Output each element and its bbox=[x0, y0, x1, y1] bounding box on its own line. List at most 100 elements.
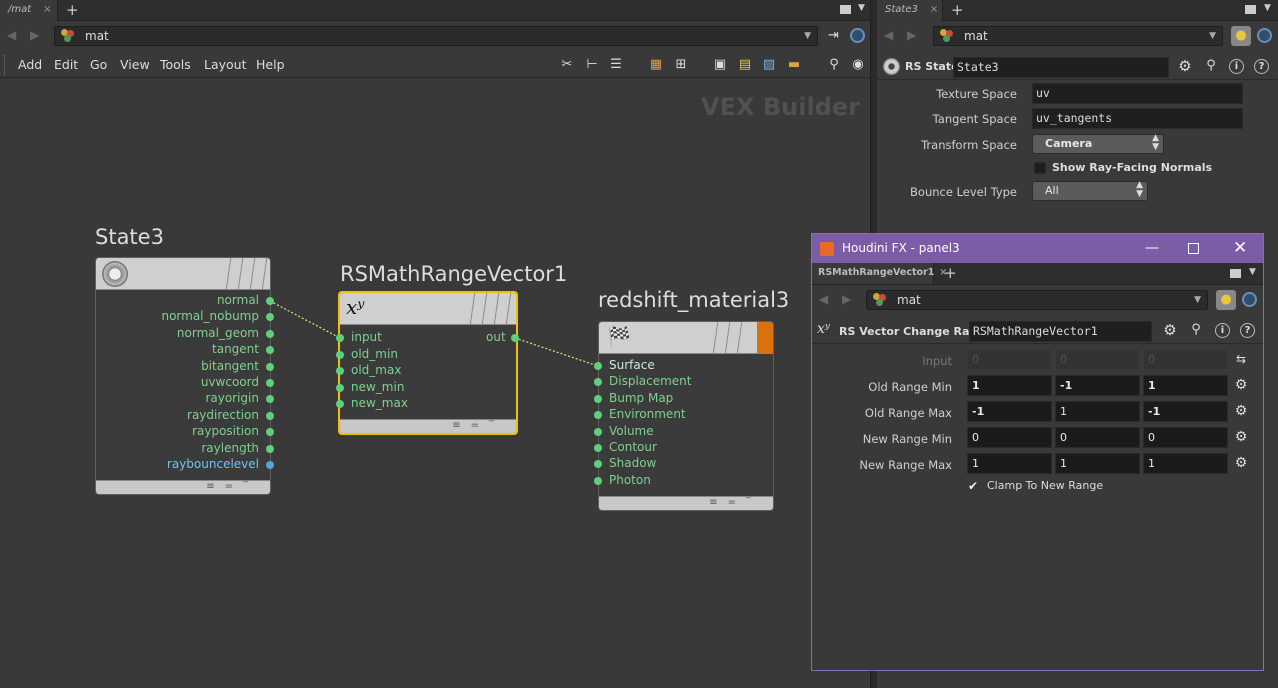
add-tab-icon[interactable]: + bbox=[944, 264, 957, 282]
image-icon[interactable]: ▣ bbox=[712, 57, 728, 73]
chevron-down-icon[interactable]: ▼ bbox=[804, 27, 811, 45]
link-icon[interactable] bbox=[850, 28, 865, 43]
ray-facing-checkbox[interactable] bbox=[1034, 162, 1046, 174]
link-icon[interactable] bbox=[1242, 292, 1257, 307]
gear-icon[interactable]: ⚙ bbox=[1162, 322, 1178, 338]
input-field-1[interactable]: 0 bbox=[1055, 349, 1140, 370]
old-range-max-field-1[interactable]: 1 bbox=[1055, 401, 1140, 422]
old-range-max-field-2[interactable]: -1 bbox=[1143, 401, 1228, 422]
input-field-0[interactable]: 0 bbox=[967, 349, 1052, 370]
new-range-max-field-2[interactable]: 1 bbox=[1143, 453, 1228, 474]
close-icon[interactable]: ✕ bbox=[1233, 234, 1247, 263]
input-port-new_min[interactable] bbox=[336, 383, 344, 392]
pin-icon[interactable]: ● bbox=[1216, 290, 1236, 310]
old-range-min-field-1[interactable]: -1 bbox=[1055, 375, 1140, 396]
transform-space-menu[interactable]: Camera ▲ ▼ bbox=[1032, 134, 1164, 154]
output-port-out[interactable] bbox=[511, 334, 519, 342]
path-field[interactable]: mat ▼ bbox=[866, 290, 1208, 310]
help-icon[interactable]: ? bbox=[1254, 59, 1269, 74]
pin-icon[interactable]: ● bbox=[1231, 26, 1251, 46]
node-name-field[interactable]: RSMathRangeVector1 bbox=[969, 321, 1152, 342]
input-field-2[interactable]: 0 bbox=[1143, 349, 1228, 370]
output-port-bitangent[interactable] bbox=[266, 362, 274, 371]
tab-mat[interactable]: /mat × bbox=[0, 0, 58, 21]
info-icon[interactable]: i bbox=[1229, 59, 1244, 74]
info-icon[interactable]: i bbox=[1215, 323, 1230, 338]
forward-icon[interactable]: ▶ bbox=[30, 28, 39, 42]
pin-icon[interactable]: ⇥ bbox=[828, 28, 839, 43]
eye-icon[interactable]: ◉ bbox=[850, 57, 866, 73]
back-icon[interactable]: ◀ bbox=[884, 28, 893, 42]
pane-menu-icon[interactable] bbox=[1230, 269, 1241, 278]
path-field[interactable]: mat ▼ bbox=[54, 26, 818, 46]
pane-menu-icon[interactable] bbox=[1245, 5, 1256, 14]
add-tab-icon[interactable]: + bbox=[66, 1, 79, 19]
output-port-raylength[interactable] bbox=[266, 444, 274, 453]
floating-panel[interactable]: Houdini FX - panel3 — ✕ RSMathRangeVecto… bbox=[811, 233, 1264, 671]
chevron-down-icon[interactable]: ▼ bbox=[1249, 267, 1256, 277]
gear-icon[interactable]: ⚙ bbox=[1233, 455, 1249, 471]
input-port-input[interactable] bbox=[336, 334, 344, 342]
output-port-raybouncelevel[interactable] bbox=[266, 461, 274, 469]
menu-go[interactable]: Go bbox=[90, 57, 107, 72]
input-port-new_max[interactable] bbox=[336, 400, 344, 408]
path-field[interactable]: mat ▼ bbox=[933, 26, 1223, 46]
list-icon[interactable]: ☰ bbox=[608, 57, 624, 73]
menu-help[interactable]: Help bbox=[256, 57, 285, 72]
forward-icon[interactable]: ▶ bbox=[842, 292, 851, 306]
maximize-icon[interactable] bbox=[1188, 243, 1199, 254]
floating-titlebar[interactable]: Houdini FX - panel3 — ✕ bbox=[812, 234, 1263, 263]
new-range-max-field-0[interactable]: 1 bbox=[967, 453, 1052, 474]
back-icon[interactable]: ◀ bbox=[7, 28, 16, 42]
chevron-down-icon[interactable]: ▼ bbox=[1209, 27, 1216, 45]
help-icon[interactable]: ? bbox=[1240, 323, 1255, 338]
menu-add[interactable]: Add bbox=[18, 57, 42, 72]
output-port-raydirection[interactable] bbox=[266, 411, 274, 420]
sticky-note-icon[interactable]: ▤ bbox=[737, 57, 753, 73]
output-port-normal[interactable] bbox=[266, 297, 274, 305]
old-range-max-field-0[interactable]: -1 bbox=[967, 401, 1052, 422]
tools-icon[interactable]: ✂ bbox=[559, 57, 575, 73]
menu-edit[interactable]: Edit bbox=[54, 57, 78, 72]
menu-view[interactable]: View bbox=[120, 57, 150, 72]
tab-rsmathrangevector[interactable]: RSMathRangeVector1 × bbox=[812, 263, 947, 284]
search-icon[interactable]: ⚲ bbox=[826, 57, 842, 73]
input-port-contour[interactable] bbox=[594, 444, 602, 452]
old-range-min-field-0[interactable]: 1 bbox=[967, 375, 1052, 396]
output-port-normal_geom[interactable] bbox=[266, 329, 274, 338]
tiles-icon[interactable]: ⊞ bbox=[673, 57, 689, 73]
input-port-volume[interactable] bbox=[594, 427, 602, 436]
clamp-checkbox[interactable]: ✔ bbox=[968, 480, 980, 492]
input-port-photon[interactable] bbox=[594, 476, 602, 485]
input-port-old_max[interactable] bbox=[336, 367, 344, 375]
menu-tools[interactable]: Tools bbox=[160, 57, 191, 72]
bounce-level-menu[interactable]: All ▲ ▼ bbox=[1032, 181, 1148, 201]
render-flag[interactable] bbox=[757, 322, 773, 354]
tree-icon[interactable]: ⊢ bbox=[584, 57, 600, 73]
pane-menu-icon[interactable] bbox=[840, 5, 851, 14]
chevron-down-icon[interactable]: ▼ bbox=[1264, 3, 1271, 13]
gear-icon[interactable]: ⚙ bbox=[1177, 58, 1193, 74]
gear-icon[interactable]: ⚙ bbox=[1233, 403, 1249, 419]
gear-icon[interactable]: ⚙ bbox=[1233, 377, 1249, 393]
network-editor[interactable]: VEX Builder State3 ≡=‾ RSMathRangeVector… bbox=[0, 79, 870, 688]
chevron-down-icon[interactable]: ▼ bbox=[1194, 291, 1201, 309]
chevron-down-icon[interactable]: ▼ bbox=[858, 3, 865, 13]
close-icon[interactable]: × bbox=[43, 4, 51, 15]
new-range-min-field-2[interactable]: 0 bbox=[1143, 427, 1228, 448]
input-port-old_min[interactable] bbox=[336, 350, 344, 359]
network-box-icon[interactable]: ▬ bbox=[786, 57, 802, 73]
channel-icon[interactable]: ⇆ bbox=[1233, 351, 1249, 367]
menu-layout[interactable]: Layout bbox=[204, 57, 247, 72]
grid-icon[interactable]: ▦ bbox=[648, 57, 664, 73]
back-icon[interactable]: ◀ bbox=[819, 292, 828, 306]
input-port-bump-map[interactable] bbox=[594, 394, 602, 403]
link-icon[interactable] bbox=[1257, 28, 1272, 43]
background-image-icon[interactable]: ▨ bbox=[761, 57, 777, 73]
output-port-uvwcoord[interactable] bbox=[266, 379, 274, 387]
minimize-icon[interactable]: — bbox=[1145, 234, 1159, 263]
search-icon[interactable]: ⚲ bbox=[1188, 322, 1204, 338]
old-range-min-field-2[interactable]: 1 bbox=[1143, 375, 1228, 396]
new-range-min-field-1[interactable]: 0 bbox=[1055, 427, 1140, 448]
gear-icon[interactable]: ⚙ bbox=[1233, 429, 1249, 445]
